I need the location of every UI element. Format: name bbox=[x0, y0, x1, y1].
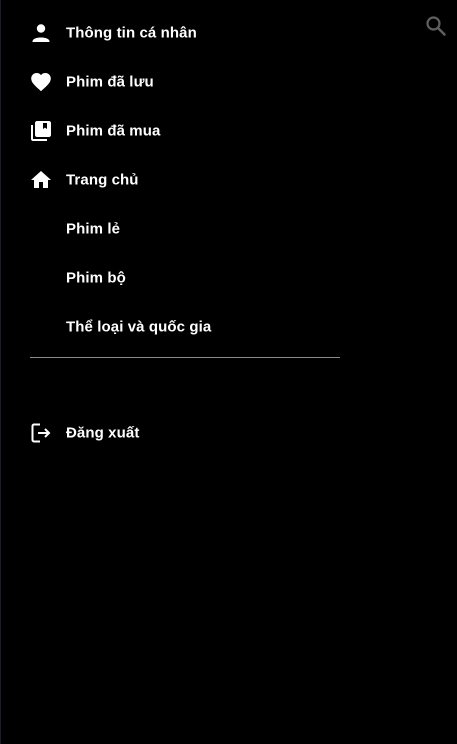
menu-item-purchased-movies[interactable]: Phim đã mua bbox=[0, 106, 370, 155]
menu-item-label: Phim đã mua bbox=[66, 122, 161, 139]
menu-item-profile[interactable]: Thông tin cá nhân bbox=[0, 8, 370, 57]
menu-item-label: Phim lẻ bbox=[66, 220, 121, 237]
person-icon bbox=[32, 23, 50, 42]
menu-item-label: Thông tin cá nhân bbox=[66, 24, 197, 41]
menu-item-home[interactable]: Trang chủ bbox=[0, 155, 370, 204]
logout-icon bbox=[31, 423, 51, 442]
menu-item-label: Phim bộ bbox=[66, 269, 126, 286]
library-icon bbox=[31, 120, 51, 141]
menu-item-saved-movies[interactable]: Phim đã lưu bbox=[0, 57, 370, 106]
home-icon bbox=[31, 170, 51, 188]
menu-item-single-movies[interactable]: Phim lẻ bbox=[0, 204, 370, 253]
menu-item-label: Thể loại và quốc gia bbox=[66, 318, 212, 335]
search-icon bbox=[426, 16, 446, 36]
heart-icon bbox=[31, 72, 51, 91]
menu-item-series[interactable]: Phim bộ bbox=[0, 253, 370, 302]
menu-item-logout[interactable]: Đăng xuất bbox=[0, 408, 370, 457]
menu-item-label: Đăng xuất bbox=[66, 424, 140, 441]
menu-divider bbox=[30, 357, 340, 358]
menu-item-label: Phim đã lưu bbox=[66, 73, 154, 90]
menu-item-label: Trang chủ bbox=[66, 171, 139, 188]
menu-item-genres-countries[interactable]: Thể loại và quốc gia bbox=[0, 302, 370, 351]
search-button[interactable] bbox=[424, 14, 448, 38]
